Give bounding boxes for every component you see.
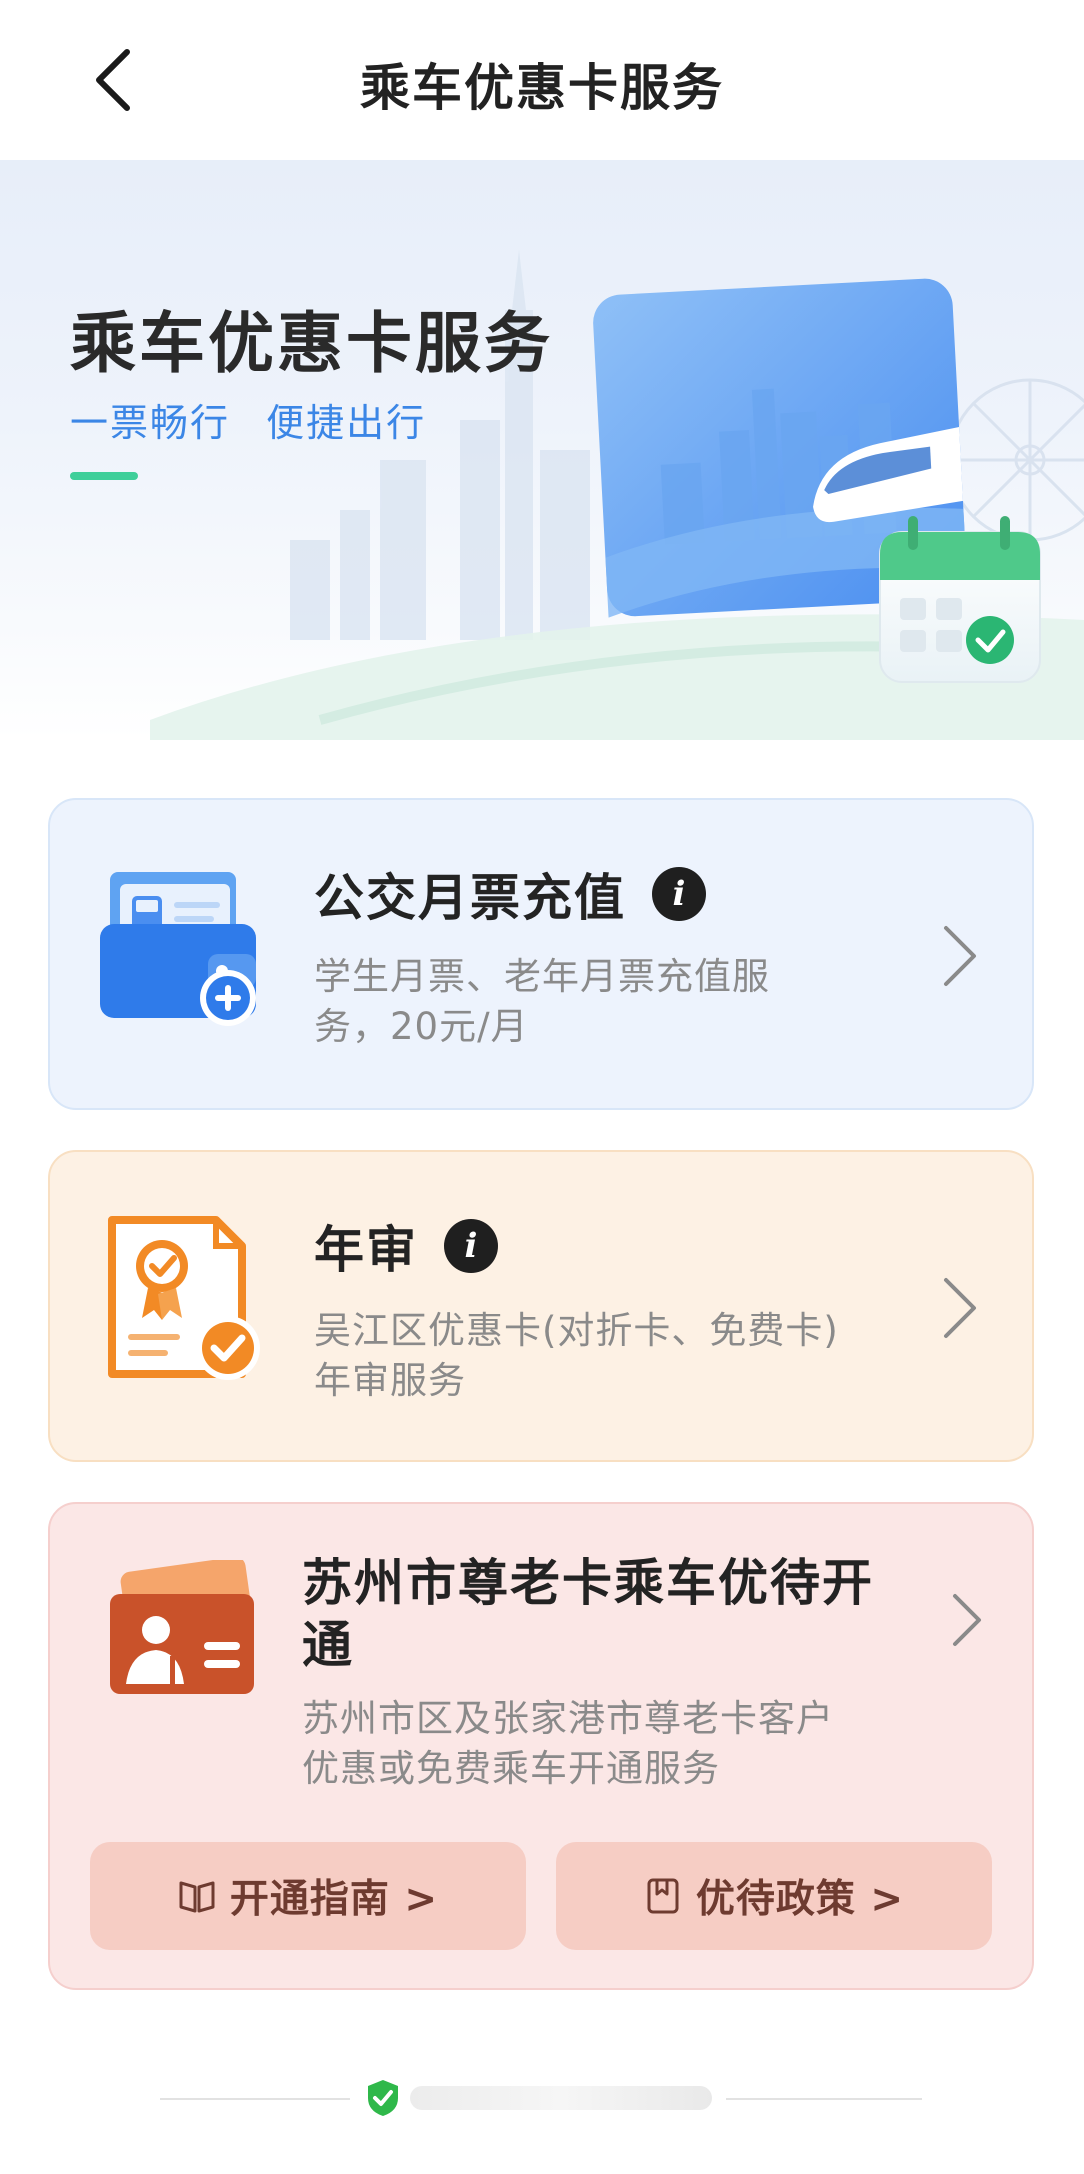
card-desc-line: 务，20元/月 bbox=[314, 1005, 529, 1048]
card-description: 吴江区优惠卡(对折卡、免费卡) 年审服务 bbox=[314, 1306, 839, 1406]
monthly-pass-recharge-card[interactable]: 公交月票充值 i 学生月票、老年月票充值服 务，20元/月 bbox=[48, 798, 1034, 1110]
info-icon[interactable]: i bbox=[444, 1219, 498, 1273]
activation-guide-button[interactable]: 开通指南 > bbox=[90, 1842, 526, 1950]
shield-check-icon bbox=[368, 2080, 398, 2116]
senior-card-icon bbox=[110, 1560, 254, 1694]
footer-blurred-text bbox=[410, 2086, 712, 2110]
chevron-right-icon bbox=[944, 926, 976, 986]
footer-security bbox=[0, 2070, 1084, 2130]
card-title: 苏州市尊老卡乘车优待开 通 bbox=[302, 1552, 874, 1676]
app-header: 乘车优惠卡服务 bbox=[0, 0, 1084, 160]
card-description: 苏州市区及张家港市尊老卡客户 优惠或免费乘车开通服务 bbox=[302, 1694, 834, 1794]
card-desc-line: 苏州市区及张家港市尊老卡客户 bbox=[302, 1697, 834, 1740]
card-title-text: 年审 bbox=[314, 1221, 418, 1279]
card-title: 年审 i bbox=[314, 1210, 498, 1282]
preferential-policy-label: 优待政策 > bbox=[695, 1877, 905, 1922]
chevron-right-icon bbox=[944, 1278, 976, 1338]
page-title: 乘车优惠卡服务 bbox=[360, 59, 724, 117]
card-title-text: 公交月票充值 bbox=[314, 869, 626, 927]
divider bbox=[160, 2098, 350, 2100]
card-title-line: 通 bbox=[302, 1616, 354, 1674]
activation-guide-label: 开通指南 > bbox=[229, 1877, 439, 1922]
card-description: 学生月票、老年月票充值服 务，20元/月 bbox=[314, 952, 770, 1052]
banner-illustration bbox=[150, 250, 1084, 740]
certificate-check-icon bbox=[108, 1216, 260, 1380]
divider bbox=[726, 2098, 922, 2100]
wallet-add-icon bbox=[100, 872, 256, 1026]
banner-accent-line bbox=[70, 472, 138, 480]
preferential-policy-button[interactable]: 优待政策 > bbox=[556, 1842, 992, 1950]
annual-review-card[interactable]: 年审 i 吴江区优惠卡(对折卡、免费卡) 年审服务 bbox=[48, 1150, 1034, 1462]
banner-slogan: 一票畅行 便捷出行 bbox=[70, 401, 427, 445]
card-desc-line: 吴江区优惠卡(对折卡、免费卡) bbox=[314, 1309, 839, 1352]
banner-title: 乘车优惠卡服务 bbox=[70, 305, 553, 382]
card-desc-line: 学生月票、老年月票充值服 bbox=[314, 955, 770, 998]
chevron-right-icon bbox=[953, 1594, 981, 1646]
book-open-icon bbox=[179, 1881, 215, 1913]
hero-banner: 乘车优惠卡服务 一票畅行 便捷出行 bbox=[0, 160, 1084, 740]
card-desc-line: 年审服务 bbox=[314, 1359, 466, 1402]
senior-card-activation-card[interactable]: 苏州市尊老卡乘车优待开 通 苏州市区及张家港市尊老卡客户 优惠或免费乘车开通服务… bbox=[48, 1502, 1034, 1990]
card-title-line: 苏州市尊老卡乘车优待开 bbox=[302, 1554, 874, 1612]
bookmark-icon bbox=[647, 1878, 679, 1914]
card-title: 公交月票充值 i bbox=[314, 858, 706, 930]
info-icon[interactable]: i bbox=[652, 867, 706, 921]
card-desc-line: 优惠或免费乘车开通服务 bbox=[302, 1747, 720, 1790]
